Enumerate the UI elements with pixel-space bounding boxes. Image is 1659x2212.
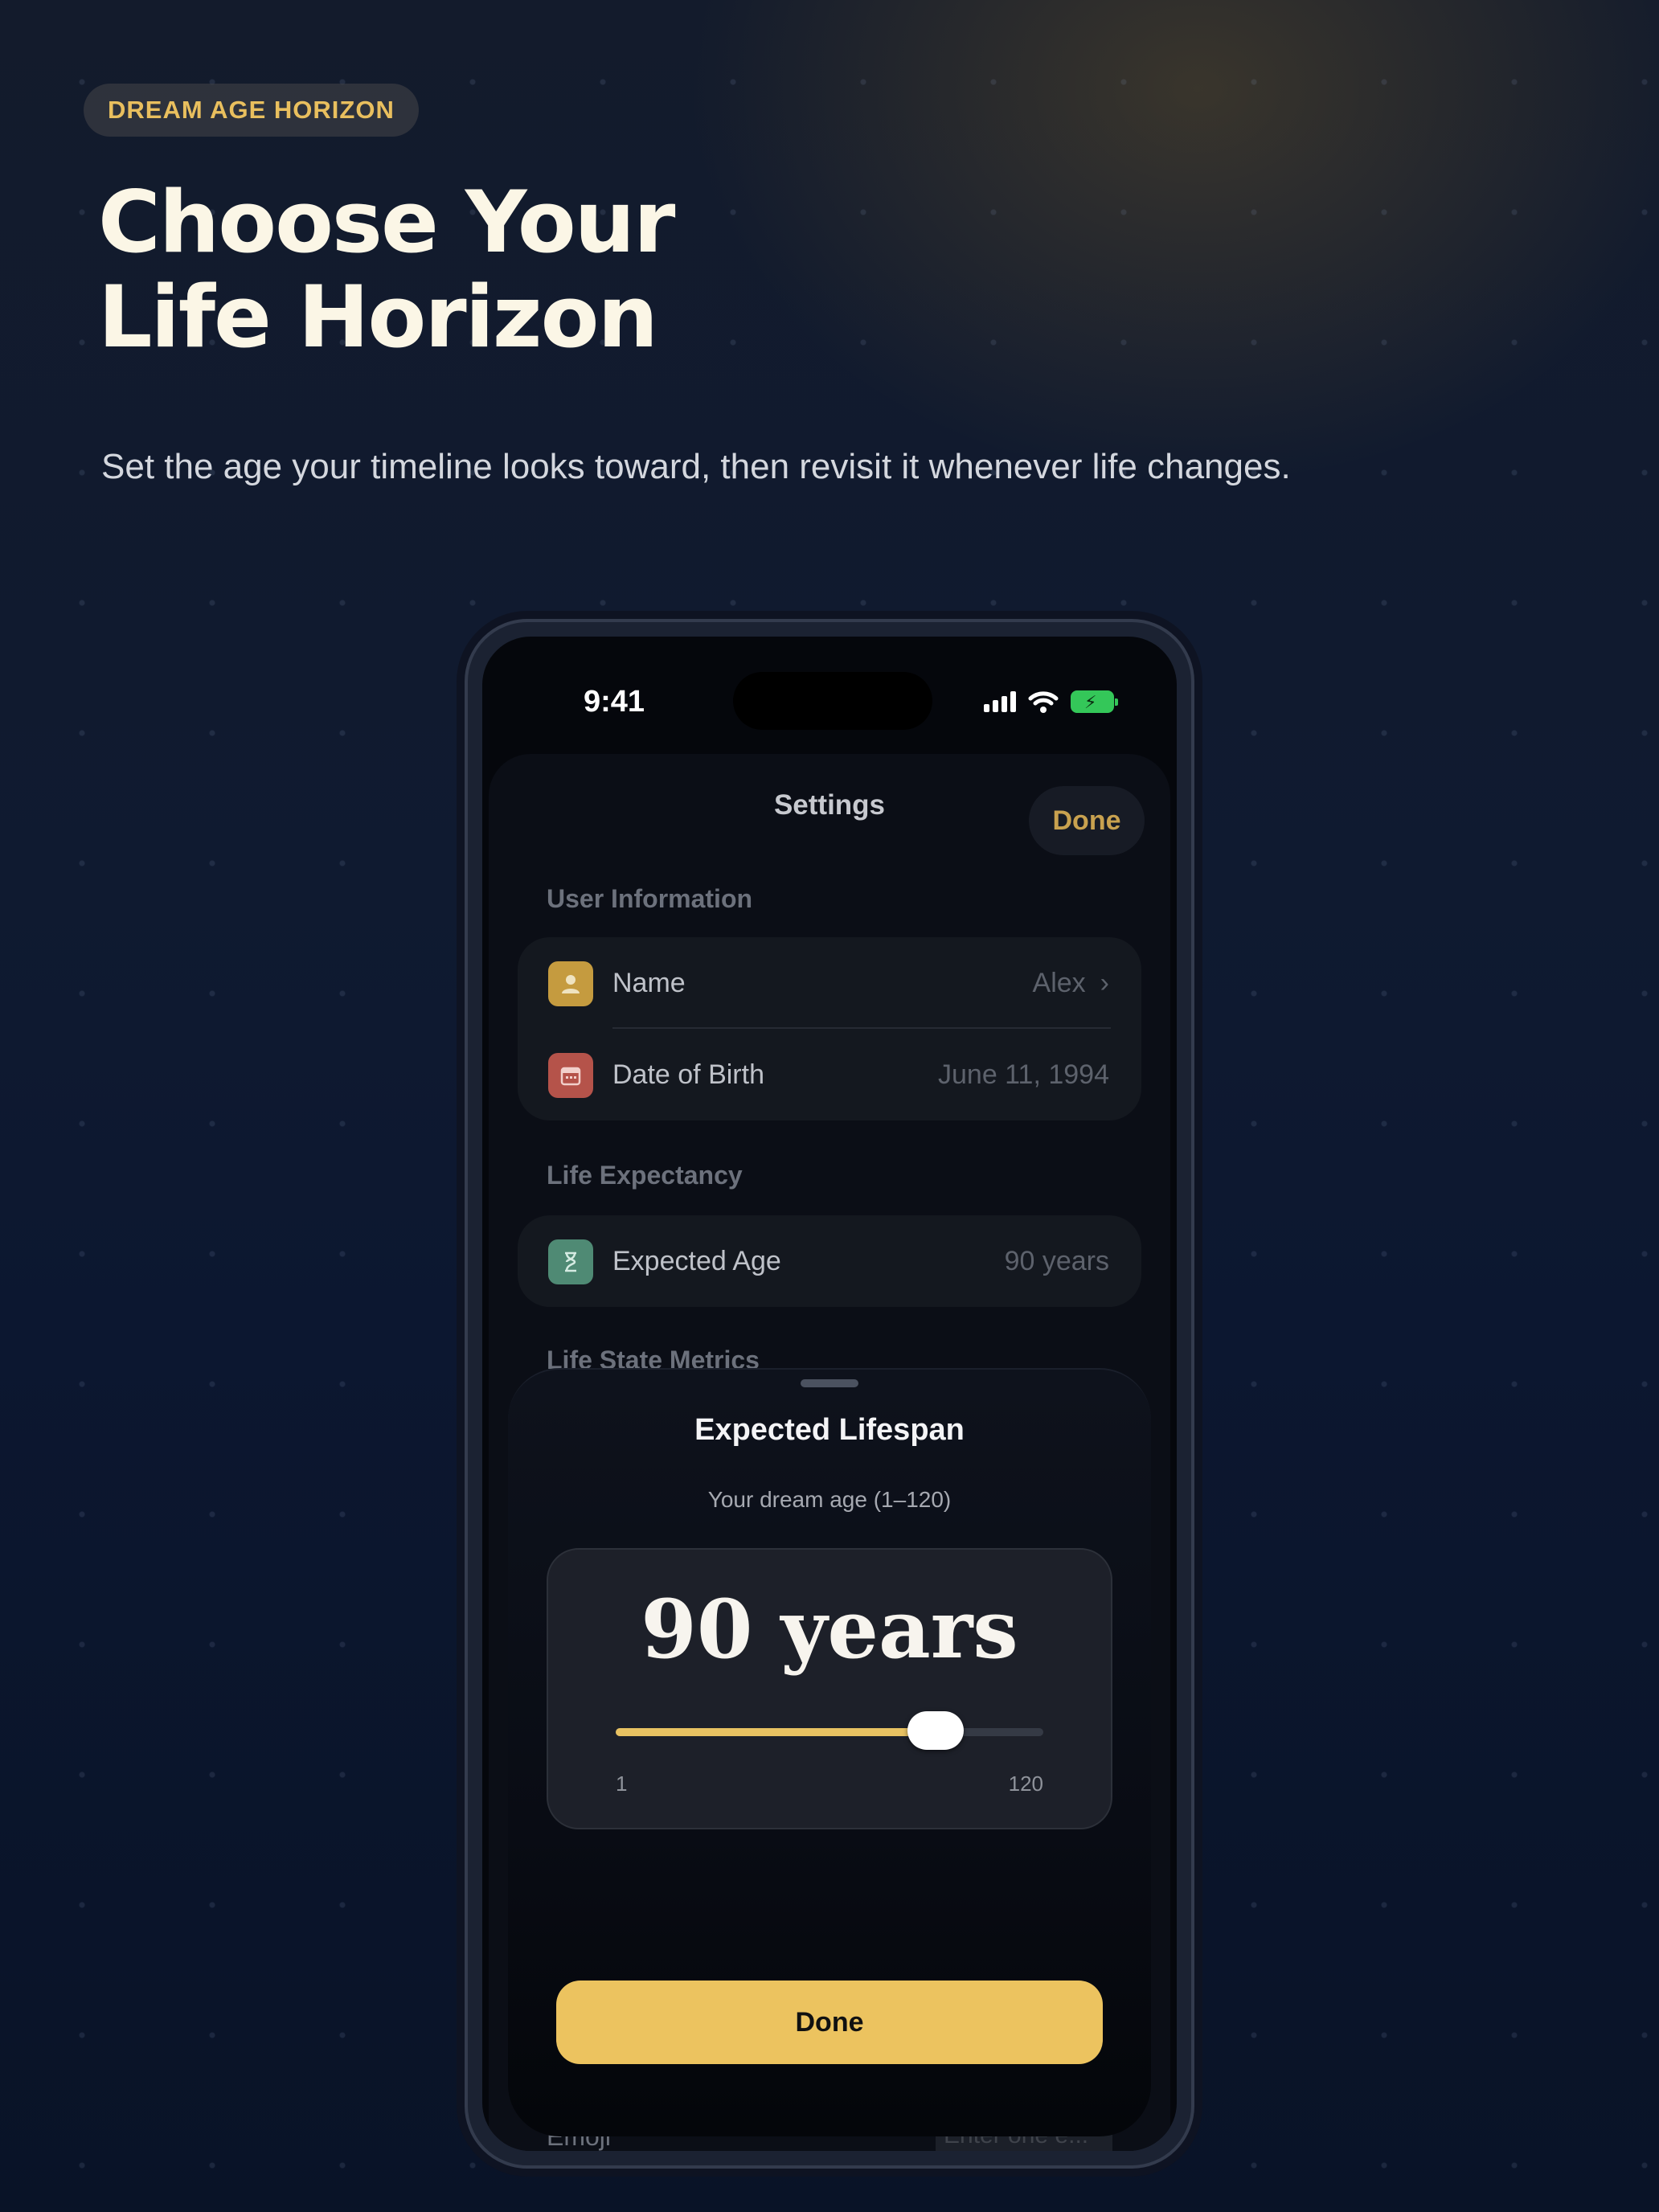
lifespan-value-display: 90 years: [641, 1582, 1018, 1677]
hourglass-icon: [548, 1239, 593, 1284]
expected-age-value: 90 years: [1004, 1246, 1109, 1276]
date-of-birth-row[interactable]: Date of Birth June 11, 1994: [518, 1029, 1141, 1120]
feature-badge: DREAM AGE HORIZON: [84, 84, 419, 137]
expected-lifespan-sheet: Expected Lifespan Your dream age (1–120)…: [508, 1368, 1151, 2136]
sheet-title: Expected Lifespan: [694, 1413, 965, 1447]
lifespan-slider[interactable]: [616, 1711, 1043, 1750]
name-label: Name: [612, 968, 686, 998]
lifespan-value-card: 90 years 1 120: [547, 1548, 1112, 1829]
date-of-birth-label: Date of Birth: [612, 1059, 764, 1090]
status-icons: ⚡: [984, 690, 1118, 714]
status-bar: 9:41 ⚡: [482, 637, 1177, 730]
slider-thumb[interactable]: [907, 1711, 964, 1750]
date-of-birth-value: June 11, 1994: [938, 1059, 1109, 1090]
phone-screen: 9:41 ⚡ Settings Done User Information Na…: [482, 637, 1177, 2151]
slider-max-label: 120: [1008, 1772, 1043, 1796]
expected-age-row[interactable]: Expected Age 90 years: [518, 1215, 1141, 1307]
status-time: 9:41: [584, 685, 645, 719]
sheet-done-button[interactable]: Done: [556, 1981, 1103, 2064]
hero-subtitle: Set the age your timeline looks toward, …: [101, 447, 1291, 486]
slider-fill: [616, 1728, 936, 1736]
sheet-subtitle: Your dream age (1–120): [707, 1487, 952, 1512]
expected-age-label: Expected Age: [612, 1246, 781, 1276]
slider-min-label: 1: [616, 1772, 628, 1796]
battery-charging-icon: ⚡: [1071, 690, 1118, 713]
settings-done-button[interactable]: Done: [1029, 786, 1145, 855]
wifi-icon: [1028, 691, 1059, 713]
section-label-life-expectancy: Life Expectancy: [547, 1161, 743, 1190]
section-label-user-information: User Information: [547, 884, 753, 913]
cellular-signal-icon: [984, 691, 1016, 712]
person-icon: [548, 961, 593, 1006]
chevron-right-icon: ›: [1100, 968, 1109, 998]
user-information-group: Name Alex › Date of Birth June 11, 1994: [518, 937, 1141, 1120]
calendar-icon: [548, 1053, 593, 1098]
phone-frame: 9:41 ⚡ Settings Done User Information Na…: [465, 619, 1194, 2169]
life-expectancy-group: Expected Age 90 years: [518, 1215, 1141, 1307]
hero-title: Choose Your Life Horizon: [98, 173, 675, 367]
name-row[interactable]: Name Alex ›: [518, 937, 1141, 1029]
sheet-grabber[interactable]: [801, 1379, 858, 1387]
dynamic-island: [733, 672, 932, 730]
name-value: Alex ›: [1032, 968, 1109, 998]
